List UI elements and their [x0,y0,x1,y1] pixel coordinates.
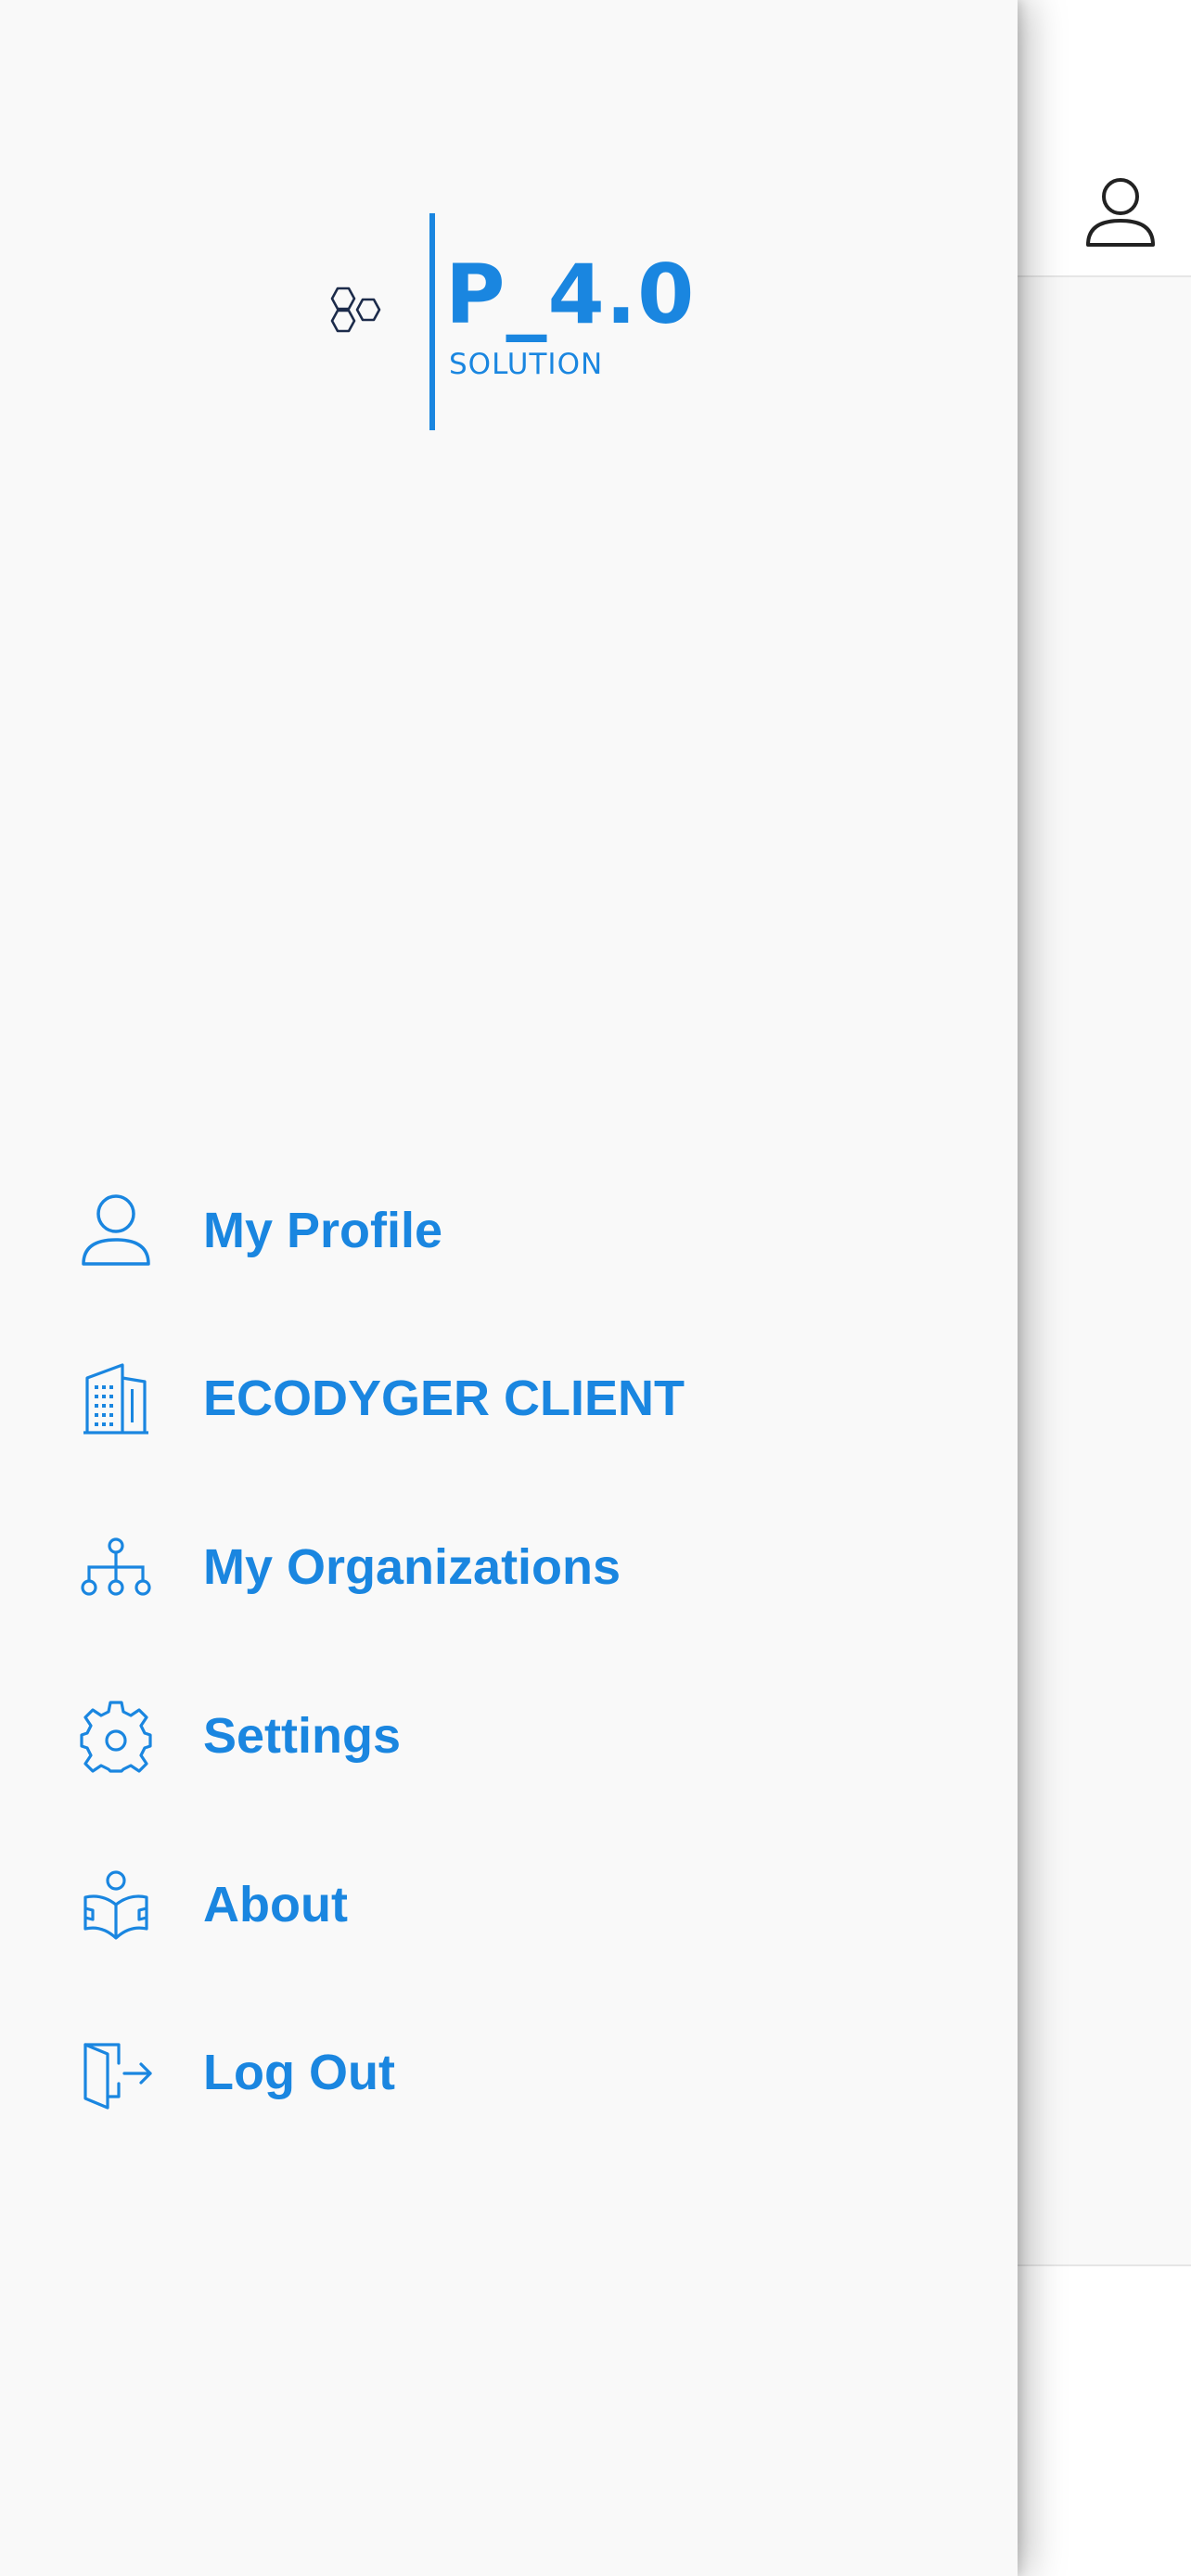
reader-book-icon [80,1868,152,1942]
underlying-content [1018,277,1191,2266]
underlying-header [1018,0,1191,277]
menu-item-about[interactable]: About [0,1835,1018,1974]
door-exit-icon [80,2035,152,2110]
menu-item-my-profile[interactable]: My Profile [0,1161,1018,1300]
menu-item-log-out[interactable]: Log Out [0,2003,1018,2142]
app-logo: P_4.0 SOLUTION [323,213,694,432]
hexagon-cluster-icon [323,280,408,373]
underlying-screen[interactable] [1018,0,1191,2576]
logo-subtitle: SOLUTION [449,348,604,381]
menu-item-label: Log Out [203,2045,395,2100]
logo-title: P_4.0 [445,247,696,342]
menu-item-label: My Profile [203,1203,443,1258]
user-icon [80,1193,152,1268]
underlying-footer [1018,2266,1191,2576]
menu-item-my-organizations[interactable]: My Organizations [0,1498,1018,1637]
app-screen: P_4.0 SOLUTION My Profile ECODYGER CLIEN… [0,0,1191,2576]
org-chart-icon [80,1530,152,1604]
building-icon [80,1361,152,1435]
menu-item-label: Settings [203,1708,402,1764]
logo-divider [429,213,435,430]
navigation-drawer: P_4.0 SOLUTION My Profile ECODYGER CLIEN… [0,0,1018,2576]
user-icon[interactable] [1084,174,1157,249]
menu-item-label: About [203,1877,348,1932]
menu-item-ecodyger-client[interactable]: ECODYGER CLIENT [0,1329,1018,1468]
menu-item-label: My Organizations [203,1539,621,1595]
menu-item-label: ECODYGER CLIENT [203,1371,685,1426]
gear-icon [80,1699,152,1773]
menu-item-settings[interactable]: Settings [0,1666,1018,1805]
